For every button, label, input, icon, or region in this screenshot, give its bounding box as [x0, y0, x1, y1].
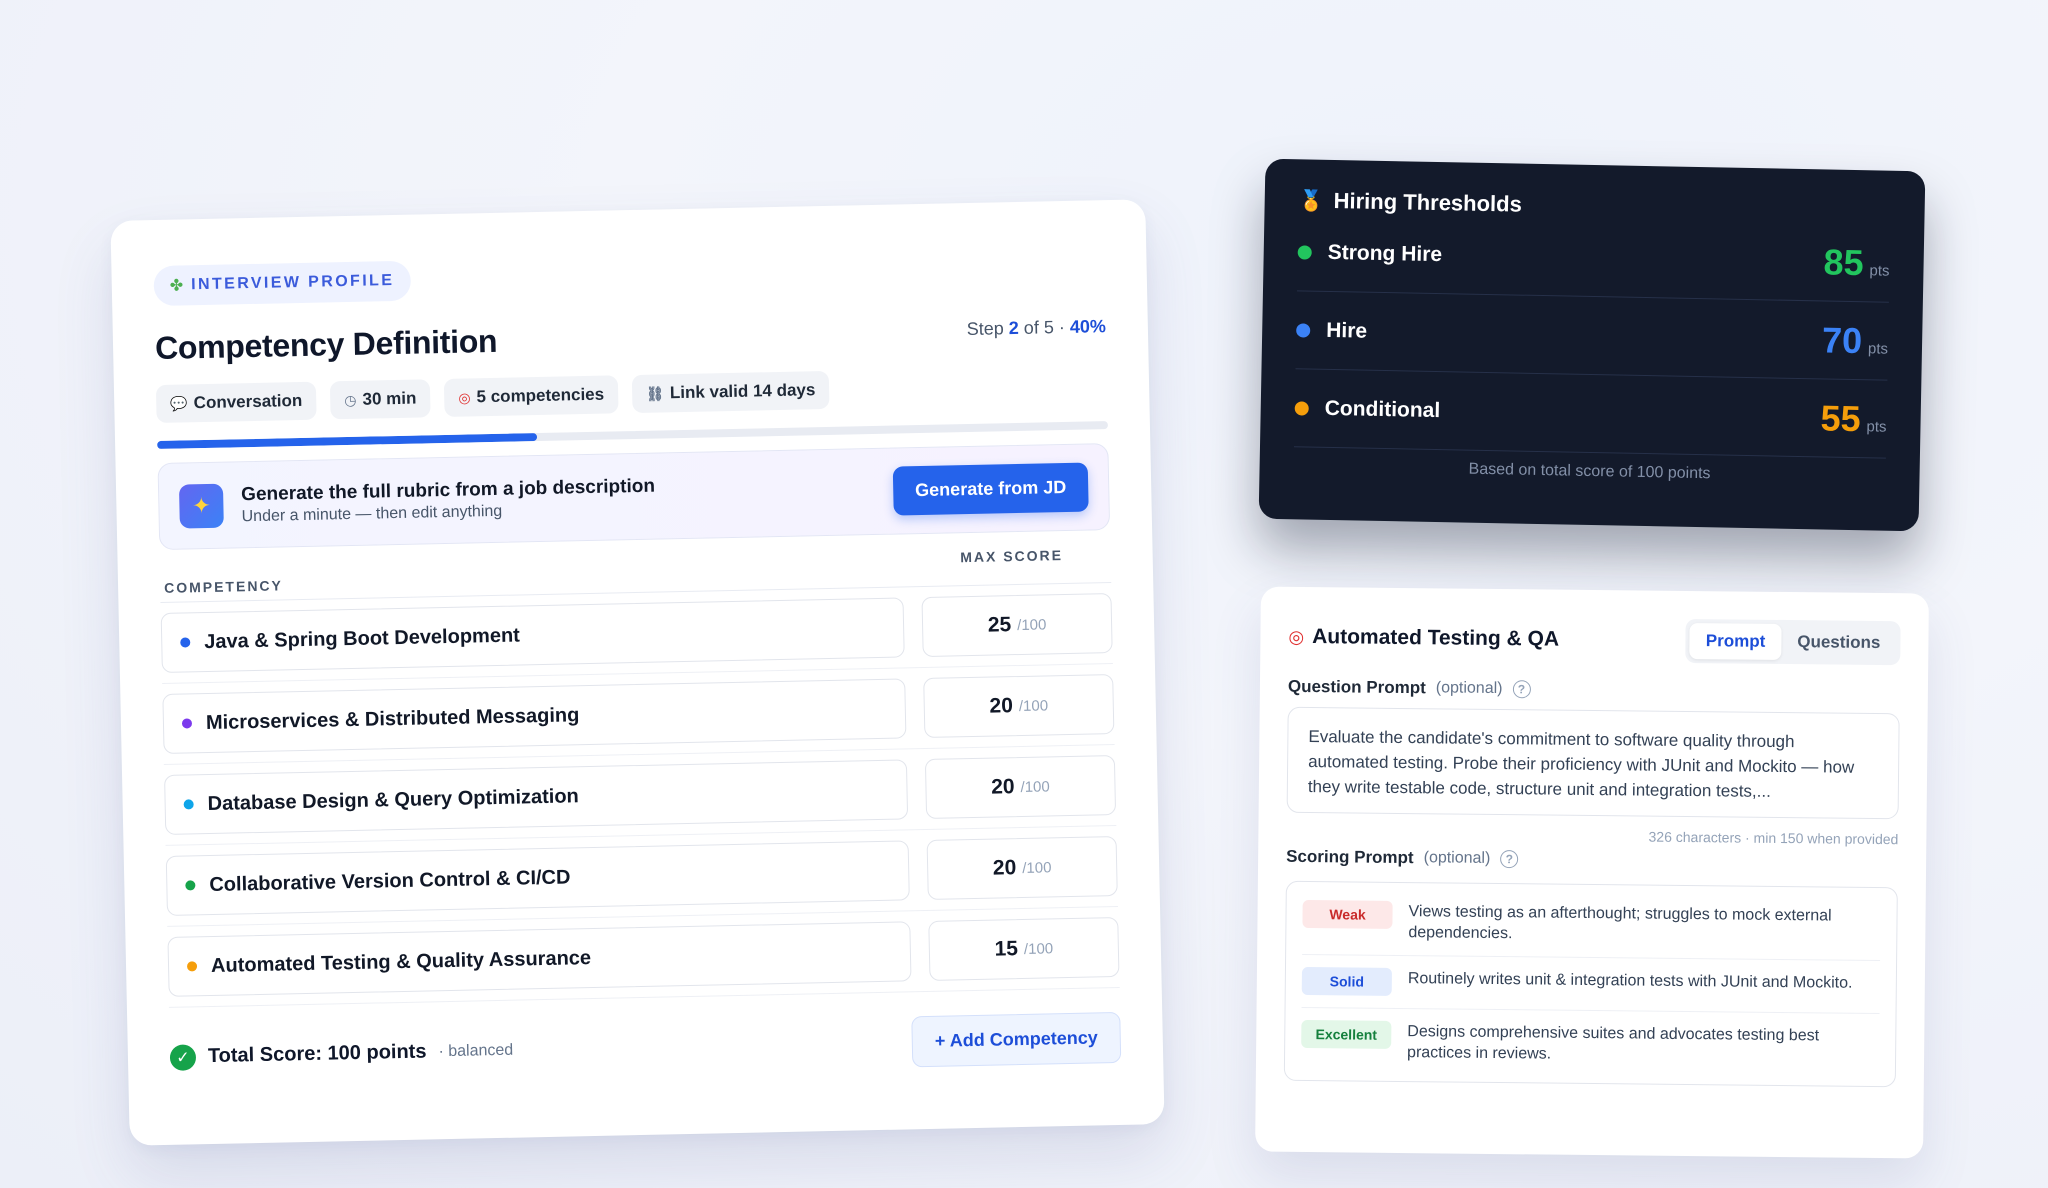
level-badge: Excellent [1301, 1019, 1392, 1049]
detail-tabs: Prompt Questions [1685, 618, 1901, 666]
threshold-value: 70 [1821, 318, 1863, 361]
chip-link-validity: ⛓ Link valid 14 days [631, 370, 830, 414]
step-indicator: Step 2 of 5 · 40% [966, 316, 1107, 340]
question-prompt-label: Question Prompt (optional) ? [1288, 677, 1900, 703]
puzzle-icon: ✤ [169, 277, 184, 295]
threshold-row-hire: Hire 70 pts [1295, 291, 1889, 381]
chip-competencies: ◎ 5 competencies [443, 375, 619, 417]
status-dot [1294, 400, 1309, 416]
color-dot [181, 718, 193, 729]
balance-note: · balanced [438, 1041, 514, 1060]
competency-detail-card: ◎ Automated Testing & QA Prompt Question… [1255, 586, 1929, 1159]
max-score-field[interactable]: 20 /100 [924, 755, 1117, 819]
check-circle-icon: ✓ [169, 1043, 197, 1071]
rubric-row-solid: Solid Routinely writes unit & integratio… [1301, 954, 1881, 1015]
competency-name-field[interactable]: Collaborative Version Control & CI/CD [165, 840, 910, 916]
character-count: 326 characters · min 150 when provided [1648, 828, 1899, 848]
help-icon[interactable]: ? [1500, 850, 1519, 869]
competency-name-field[interactable]: Automated Testing & Quality Assurance [167, 921, 912, 997]
add-competency-button[interactable]: + Add Competency [911, 1011, 1122, 1068]
level-badge: Solid [1301, 966, 1392, 996]
help-icon[interactable]: ? [1512, 680, 1531, 699]
profile-pill-label: INTERVIEW PROFILE [191, 272, 395, 294]
threshold-value: 85 [1823, 240, 1865, 283]
scoring-prompt-label: Scoring Prompt (optional) ? [1286, 847, 1898, 873]
chip-mode: 💬 Conversation [155, 381, 317, 424]
level-badge: Weak [1302, 899, 1393, 929]
clock-icon: ◷ [344, 391, 357, 408]
hiring-thresholds-card: 🏅 Hiring Thresholds Strong Hire 85 pts H… [1258, 158, 1926, 532]
interview-profile-pill: ✤ INTERVIEW PROFILE [153, 260, 411, 307]
total-score: ✓ Total Score: 100 points · balanced [169, 1037, 514, 1071]
total-score-label: Total Score: 100 points [207, 1040, 427, 1068]
target-icon: ◎ [458, 388, 471, 406]
profile-chips: 💬 Conversation ◷ 30 min ◎ 5 competencies… [155, 365, 1108, 424]
rubric-row-weak: Weak Views testing as an afterthought; s… [1302, 887, 1881, 962]
tab-questions[interactable]: Questions [1781, 624, 1896, 661]
max-score-field[interactable]: 20 /100 [926, 836, 1118, 900]
scoring-rubric[interactable]: Weak Views testing as an afterthought; s… [1283, 880, 1898, 1088]
question-prompt-textarea[interactable]: Evaluate the candidate's commitment to s… [1286, 706, 1900, 820]
page-title: Competency Definition [154, 322, 498, 367]
max-score-field[interactable]: 15 /100 [928, 916, 1120, 981]
max-score-field[interactable]: 25 /100 [921, 593, 1113, 658]
target-icon: ◎ [1288, 626, 1305, 647]
column-competency: COMPETENCY [163, 577, 284, 596]
column-max-score: MAX SCORE [960, 547, 1064, 566]
color-dot [186, 961, 198, 972]
status-dot [1297, 244, 1312, 260]
rubric-row-excellent: Excellent Designs comprehensive suites a… [1301, 1008, 1880, 1080]
max-score-field[interactable]: 20 /100 [923, 674, 1115, 739]
progress-fill [157, 433, 538, 450]
threshold-row-conditional: Conditional 55 pts [1293, 369, 1888, 459]
detail-title: ◎ Automated Testing & QA [1288, 625, 1560, 651]
competency-list: Java & Spring Boot Development 25 /100 M… [160, 582, 1120, 1008]
status-dot [1296, 322, 1311, 338]
competency-name-field[interactable]: Java & Spring Boot Development [160, 597, 905, 673]
medal-icon: 🏅 [1298, 189, 1324, 213]
chat-icon: 💬 [170, 394, 188, 412]
thresholds-footnote: Based on total score of 100 points [1468, 460, 1711, 483]
generate-banner: ✦ Generate the full rubric from a job de… [157, 443, 1111, 550]
chip-duration: ◷ 30 min [329, 379, 431, 420]
threshold-row-strong-hire: Strong Hire 85 pts [1296, 213, 1891, 303]
sparkle-icon: ✦ [178, 483, 224, 529]
color-dot [185, 880, 196, 891]
color-dot [183, 799, 194, 810]
competency-name-field[interactable]: Microservices & Distributed Messaging [162, 678, 907, 754]
color-dot [180, 637, 191, 648]
competency-card: ✤ INTERVIEW PROFILE Competency Definitio… [110, 199, 1165, 1146]
generate-from-jd-button[interactable]: Generate from JD [892, 462, 1089, 516]
tab-prompt[interactable]: Prompt [1689, 623, 1782, 660]
link-icon: ⛓ [645, 384, 665, 402]
progress-bar [157, 421, 1109, 450]
threshold-value: 55 [1820, 396, 1862, 439]
competency-name-field[interactable]: Database Design & Query Optimization [164, 759, 909, 835]
